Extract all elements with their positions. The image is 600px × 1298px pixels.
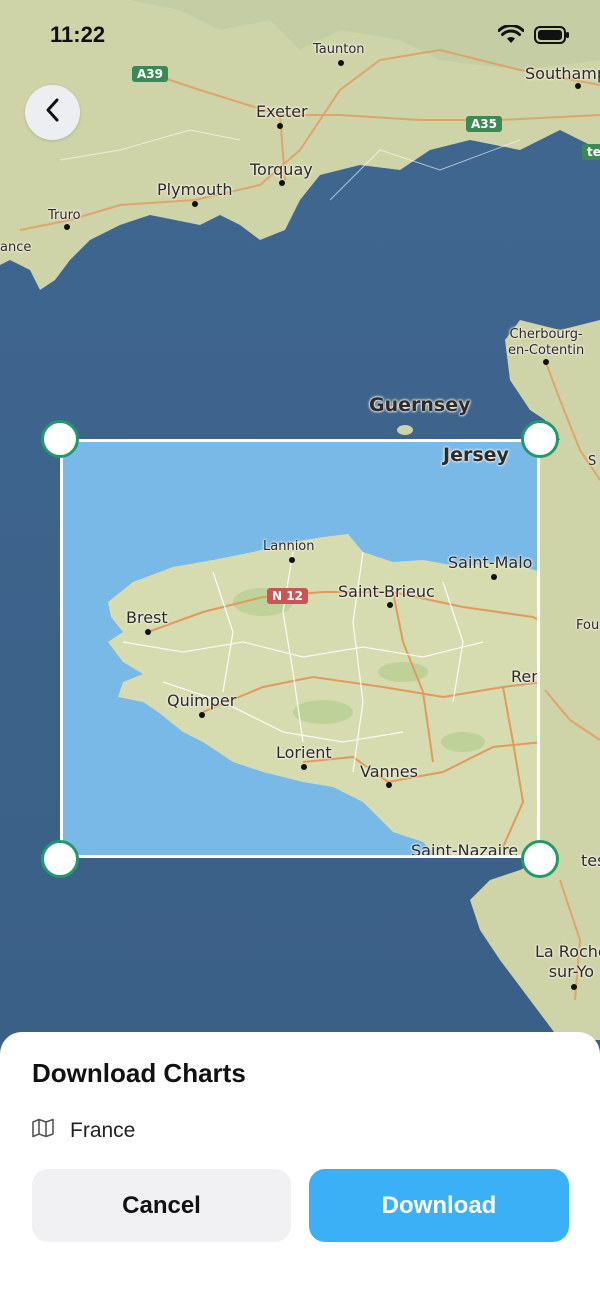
place-dot [387, 602, 393, 608]
place-dot [199, 712, 205, 718]
place-label: Saint-Brieuc [338, 582, 435, 601]
place-label: S [588, 454, 597, 469]
place-dot [543, 359, 549, 365]
place-dot [491, 574, 497, 580]
place-label: tes [581, 851, 600, 870]
chevron-left-icon [42, 97, 64, 128]
place-dot [301, 764, 307, 770]
cancel-button[interactable]: Cancel [32, 1169, 291, 1242]
battery-icon [534, 25, 570, 50]
place-label: Truro [48, 208, 81, 223]
place-dot [338, 60, 344, 66]
back-button[interactable] [25, 85, 80, 140]
place-label: Plymouth [157, 180, 233, 199]
place-label: Torquay [250, 160, 313, 179]
place-label: La Roche sur-Yo [535, 942, 600, 981]
status-icons [497, 24, 570, 50]
place-label: Vannes [360, 762, 418, 781]
place-dot [279, 180, 285, 186]
place-dot [64, 224, 70, 230]
road-shield-n12: N 12 [267, 588, 308, 604]
region-name: France [70, 1118, 136, 1142]
place-label: Exeter [256, 102, 308, 121]
place-label: Saint-Malo [448, 553, 533, 572]
place-label: Taunton [313, 42, 365, 57]
download-region-selection[interactable]: Jersey Lannion Saint-Malo N 12 Saint-Bri… [60, 439, 540, 858]
place-label: Cherbourg- en-Cotentin [508, 327, 585, 358]
place-label: Fou [576, 618, 600, 633]
download-sheet: Download Charts France Cancel Download [0, 1032, 600, 1298]
selected-area-map [63, 442, 537, 855]
map-icon [32, 1118, 54, 1143]
place-dot [289, 557, 295, 563]
place-dot [145, 629, 151, 635]
download-button[interactable]: Download [309, 1169, 569, 1242]
place-dot [386, 782, 392, 788]
wifi-icon [497, 24, 525, 50]
place-dot [277, 123, 283, 129]
place-label: ance [0, 240, 32, 255]
selection-handle-bottom-left[interactable] [41, 840, 79, 878]
selection-handle-top-right[interactable] [521, 420, 559, 458]
road-shield-a39: A39 [132, 66, 168, 82]
place-label: Rennes [511, 667, 540, 686]
place-label: Brest [126, 608, 168, 627]
selection-handle-bottom-right[interactable] [521, 840, 559, 878]
status-time: 11:22 [50, 22, 106, 47]
island-label-jersey: Jersey [443, 444, 509, 466]
place-label: Southamp [525, 64, 600, 83]
place-dot [575, 83, 581, 89]
region-row: France [32, 1118, 135, 1143]
sheet-title: Download Charts [32, 1058, 246, 1088]
place-label: Lannion [263, 539, 315, 554]
place-label: Saint-Nazaire [411, 841, 519, 858]
place-label: Quimper [167, 691, 237, 710]
place-label: Lorient [276, 743, 332, 762]
island-label-guernsey: Guernsey [369, 394, 471, 416]
place-dot [571, 984, 577, 990]
road-shield-partial: tes [582, 144, 600, 160]
road-shield-a35: A35 [466, 116, 502, 132]
place-dot [192, 201, 198, 207]
selection-handle-top-left[interactable] [41, 420, 79, 458]
